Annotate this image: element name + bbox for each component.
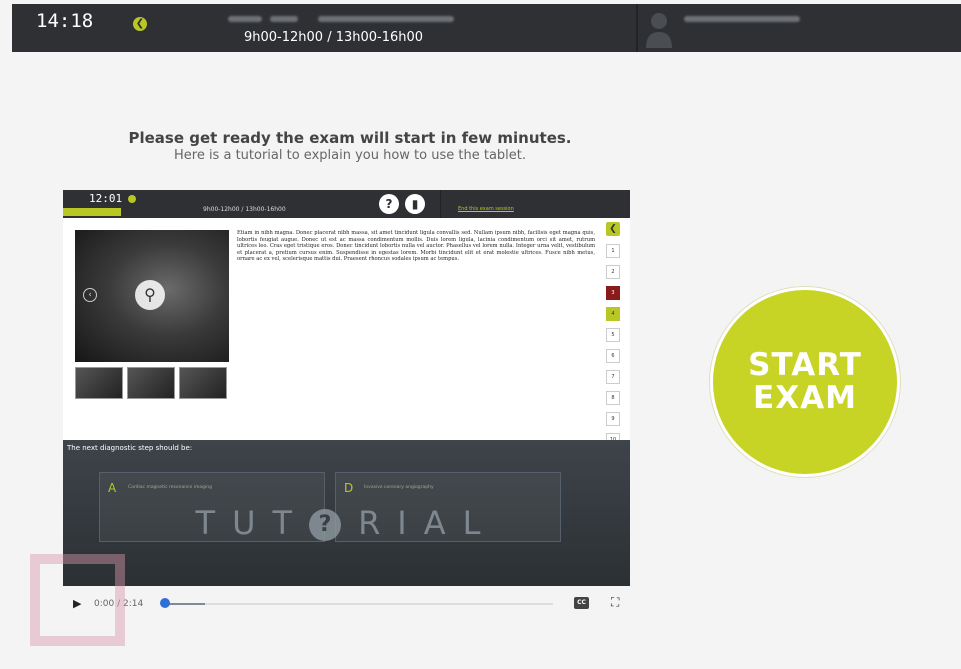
intro-title: Please get ready the exam will start in … bbox=[128, 129, 572, 147]
blurred-text bbox=[228, 16, 262, 22]
focus-highlight bbox=[30, 554, 125, 646]
previous-image-icon: ‹ bbox=[83, 288, 97, 302]
question-number: 7 bbox=[606, 370, 620, 384]
medical-image: ‹ ⚲ bbox=[75, 230, 229, 362]
tutorial-watermark: TUT? RIAL bbox=[63, 504, 630, 542]
video-top-bar: 12:01 9h00-12h00 / 13h00-16h00 ? ▮ End t… bbox=[63, 190, 630, 218]
question-text: Etiam in nibh magna. Donec placerat nibh… bbox=[237, 230, 595, 263]
video-hours: 9h00-12h00 / 13h00-16h00 bbox=[203, 206, 286, 213]
user-silhouette-icon bbox=[646, 13, 672, 48]
question-number: 6 bbox=[606, 349, 620, 363]
start-exam-label-line1: START bbox=[748, 347, 862, 383]
captions-button[interactable]: CC bbox=[574, 597, 589, 609]
document-icon: ▮ bbox=[405, 194, 425, 214]
chevron-left-icon bbox=[128, 195, 136, 203]
answer-panel: The next diagnostic step should be: A Ca… bbox=[63, 440, 630, 586]
end-session-link: End this exam session bbox=[458, 206, 514, 212]
divider bbox=[440, 190, 441, 218]
seek-bar-buffer bbox=[165, 603, 205, 605]
fullscreen-icon[interactable]: ⛶ bbox=[611, 595, 619, 610]
question-number: 4 bbox=[606, 307, 620, 321]
start-exam-button[interactable]: START EXAM bbox=[710, 287, 900, 477]
answer-text: Invasive coronary angiography bbox=[364, 485, 434, 490]
seek-bar[interactable] bbox=[165, 603, 553, 605]
chevron-left-icon: ❮ bbox=[606, 222, 620, 236]
blurred-text bbox=[318, 16, 454, 22]
image-thumbnail bbox=[127, 367, 175, 399]
question-number: 3 bbox=[606, 286, 620, 300]
question-number: 2 bbox=[606, 265, 620, 279]
divider bbox=[636, 4, 638, 52]
video-clock-bar bbox=[63, 208, 121, 216]
chevron-left-icon[interactable]: ❮ bbox=[133, 17, 147, 31]
video-clock: 12:01 bbox=[89, 192, 123, 205]
question-number: 1 bbox=[606, 244, 620, 258]
answer-text: Cardiac magnetic resonance imaging bbox=[128, 485, 212, 490]
blurred-user-name bbox=[684, 16, 800, 22]
intro-subtitle: Here is a tutorial to explain you how to… bbox=[173, 148, 526, 163]
tutorial-video[interactable]: 12:01 9h00-12h00 / 13h00-16h00 ? ▮ End t… bbox=[63, 190, 630, 586]
question-circle-icon: ? bbox=[309, 509, 342, 541]
answer-letter: D bbox=[344, 481, 354, 495]
question-number: 9 bbox=[606, 412, 620, 426]
question-number: 5 bbox=[606, 328, 620, 342]
top-bar: 14:18 ❮ 9h00-12h00 / 13h00-16h00 bbox=[12, 4, 961, 52]
magnifier-icon: ⚲ bbox=[135, 280, 165, 310]
image-thumbnail bbox=[179, 367, 227, 399]
seek-knob[interactable] bbox=[160, 598, 170, 608]
start-exam-label-line2: EXAM bbox=[753, 380, 857, 416]
clock: 14:18 bbox=[36, 10, 94, 32]
blurred-text bbox=[270, 16, 298, 22]
question-number: 8 bbox=[606, 391, 620, 405]
image-thumbnail bbox=[75, 367, 123, 399]
question-prompt: The next diagnostic step should be: bbox=[67, 444, 193, 452]
video-controls: ▶ 0:00 / 2:14 CC ⛶ bbox=[63, 594, 630, 614]
answer-letter: A bbox=[108, 481, 117, 495]
help-icon: ? bbox=[379, 194, 399, 214]
watermark-end: RIAL bbox=[358, 504, 498, 542]
watermark-start: TUT bbox=[195, 504, 310, 542]
exam-hours: 9h00-12h00 / 13h00-16h00 bbox=[244, 30, 424, 45]
